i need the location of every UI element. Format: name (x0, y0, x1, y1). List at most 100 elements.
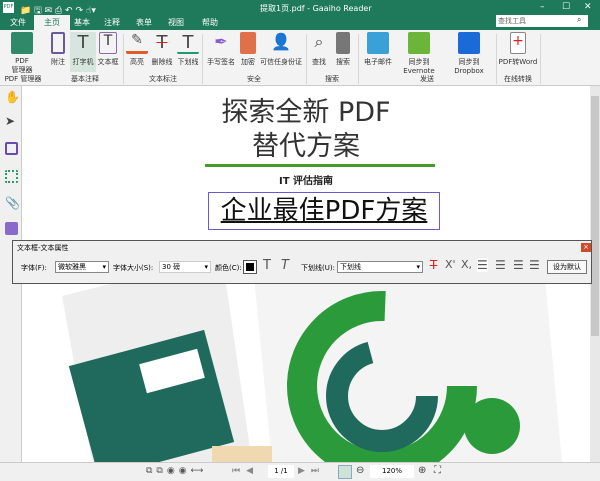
zoom-in-icon[interactable]: ⊕ (418, 465, 426, 476)
highlight-button[interactable]: ✎ 高亮 (126, 32, 148, 67)
label: 删除线 (151, 58, 173, 66)
textbox-button[interactable]: T 文本框 (96, 32, 120, 67)
doc-title-line2: 替代方案 (252, 131, 360, 162)
window-title: 提取1页.pdf - Gaaiho Reader (260, 4, 372, 13)
thumbnails-icon[interactable] (5, 170, 18, 183)
group-label: 在线转换 (504, 75, 532, 83)
font-select[interactable]: 微软雅黑 ▾ (55, 261, 109, 273)
divider (540, 34, 541, 84)
hand-tool-icon[interactable]: ✋ (5, 90, 20, 104)
tab-file[interactable]: 文件 (0, 15, 36, 30)
subscript-icon[interactable]: X, (461, 258, 472, 271)
font-size-label: 字体大小(S): (113, 264, 154, 272)
superscript-icon[interactable]: X' (445, 258, 456, 271)
label: 手写签名 (207, 58, 235, 66)
tab-view[interactable]: 视图 (158, 15, 194, 30)
comments-icon[interactable] (5, 222, 18, 235)
group-label: 基本注释 (71, 75, 99, 83)
group-label: 文本标注 (149, 75, 177, 83)
sync-dropbox-button[interactable]: 同步到Dropbox (444, 32, 494, 75)
lock-icon (240, 32, 256, 54)
pen-icon: ✒ (214, 32, 228, 51)
search-tools-input[interactable]: 查找工具 (496, 15, 588, 27)
typewriter-button[interactable]: T 打字机 (70, 32, 96, 72)
fit-page-button[interactable] (338, 465, 352, 479)
next-last-page-icons[interactable]: ▶⏭ (298, 466, 325, 476)
green-rule (205, 164, 435, 167)
typewriter-icon: T (77, 32, 89, 53)
label: PDF转Word (498, 58, 538, 66)
bold-button[interactable]: T (263, 258, 271, 273)
search-icon[interactable]: ⌕ (577, 15, 581, 25)
tab-help[interactable]: 帮助 (192, 15, 228, 30)
pdf-manager-button[interactable]: PDF 管理器 (4, 32, 40, 75)
underline-button[interactable]: T 下划线 (174, 32, 202, 67)
underline-label: 下划线(U): (301, 264, 335, 272)
headline-textbox[interactable]: 企业最佳PDF方案 (208, 192, 440, 230)
evernote-icon (408, 32, 430, 54)
note-button[interactable]: 附注 (46, 32, 70, 67)
zoom-out-icon[interactable]: ⊖ (356, 465, 364, 476)
strikethrough-icon[interactable]: T̶ (430, 258, 437, 272)
first-prev-page-icons[interactable]: ⏮◀ (232, 466, 259, 476)
group-label: 安全 (247, 75, 261, 83)
set-default-button[interactable]: 设为默认 (547, 260, 587, 274)
fullscreen-icon[interactable]: ⛶ (434, 465, 441, 476)
color-label: 颜色(C): (215, 264, 242, 272)
group-label: PDF 管理器 (4, 75, 42, 83)
find-button[interactable]: ⌕ 查找 (308, 32, 330, 67)
italic-button[interactable]: T (281, 258, 289, 273)
close-button[interactable]: ✕ (584, 2, 592, 12)
select-tool-icon[interactable]: ➤ (5, 114, 18, 128)
strikethrough-icon: T (156, 32, 168, 53)
align-center-icon[interactable]: ☰ (495, 258, 506, 272)
label: 同步到Evernote (403, 58, 435, 75)
pdf-manager-icon (11, 32, 33, 54)
binoculars-icon (336, 32, 350, 54)
highlight-icon: ✎ (126, 32, 148, 54)
trusted-identity-button[interactable]: 👤 可信任身份证 (258, 32, 304, 67)
textbox-properties-toolbar: 文本框-文本属性 × 字体(F): 微软雅黑 ▾ 字体大小(S): 30 磅 ▾ 颜… (12, 240, 592, 284)
maximize-button[interactable]: ☐ (562, 2, 570, 12)
bookmark-icon[interactable] (5, 142, 18, 155)
value: 微软雅黑 (58, 263, 86, 271)
note-icon (51, 32, 65, 54)
label: 加密 (241, 58, 255, 66)
tab-form[interactable]: 表单 (126, 15, 162, 30)
align-right-icon[interactable]: ☰ (513, 258, 524, 272)
zoom-input[interactable]: 120% (370, 465, 414, 478)
font-size-select[interactable]: 30 磅 ▾ (159, 261, 211, 273)
color-picker[interactable] (243, 260, 257, 274)
label: PDF 管理器 (11, 57, 33, 74)
value: 30 磅 (162, 263, 181, 271)
encrypt-button[interactable]: 加密 (238, 32, 258, 67)
tab-comment[interactable]: 注释 (94, 15, 130, 30)
align-left-icon[interactable]: ☰ (477, 258, 488, 272)
minimize-button[interactable]: – (540, 2, 545, 12)
email-button[interactable]: 电子邮件 (362, 32, 394, 67)
attachment-icon[interactable]: 📎 (5, 196, 20, 210)
view-nav-icons[interactable]: ⧉⧉◉◉⟷ (146, 466, 207, 476)
label: 电子邮件 (364, 58, 392, 66)
justify-icon[interactable]: ☰ (529, 258, 540, 272)
dropbox-icon (458, 32, 480, 54)
doc-subtitle: IT 评估指南 (278, 176, 334, 187)
page-number-input[interactable]: 1 /1 (268, 465, 294, 478)
label: 同步到Dropbox (454, 58, 484, 75)
mail-icon (367, 32, 389, 54)
font-label: 字体(F): (21, 264, 47, 272)
magnifier-icon: ⌕ (314, 32, 324, 51)
dialog-close-button[interactable]: × (581, 243, 591, 252)
sync-evernote-button[interactable]: 同步到Evernote (394, 32, 444, 75)
label: 搜索 (336, 58, 350, 66)
label: 查找 (312, 58, 326, 66)
underline-select[interactable]: 下划线 ▾ (337, 261, 423, 273)
strikethrough-button[interactable]: T 删除线 (148, 32, 176, 67)
user-check-icon: 👤 (271, 32, 291, 51)
dialog-title: 文本框-文本属性 (17, 244, 69, 252)
pdf-to-word-button[interactable]: + PDF转Word (498, 32, 538, 67)
underline-icon: T (177, 32, 199, 54)
app-icon: PDF (3, 2, 14, 13)
search-button[interactable]: 搜索 (332, 32, 354, 67)
handwritten-signature-button[interactable]: ✒ 手写签名 (204, 32, 238, 67)
